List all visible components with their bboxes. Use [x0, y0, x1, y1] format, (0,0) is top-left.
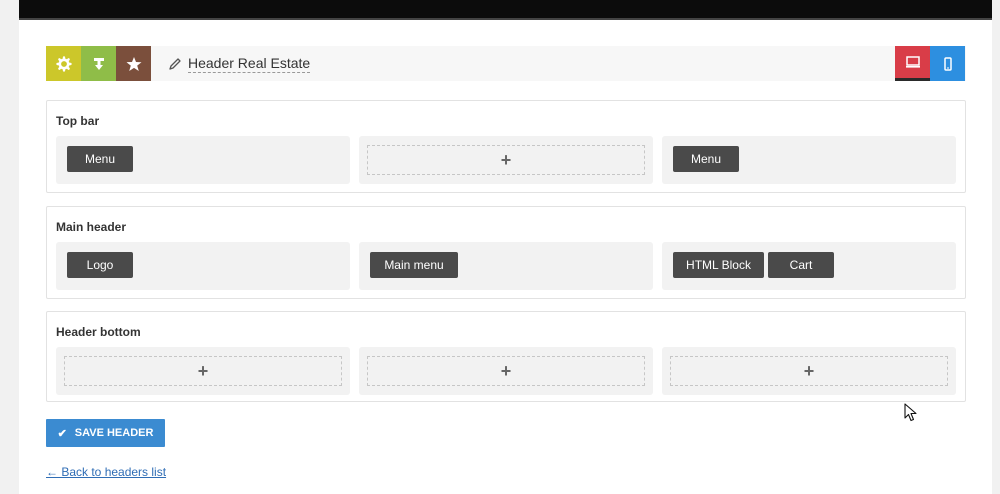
section-top-bar: Top bar Menu + Menu	[46, 100, 966, 193]
save-header-label: SAVE HEADER	[74, 427, 154, 439]
preset-button[interactable]	[116, 46, 151, 81]
add-element-button[interactable]: +	[670, 356, 948, 386]
import-button[interactable]	[81, 46, 116, 81]
section-label: Main header	[56, 220, 127, 234]
header-toolbar: Header Real Estate	[46, 46, 966, 81]
header-title[interactable]: Header Real Estate	[188, 55, 311, 73]
section-main-header: Main header Logo Main menu HTML Block Ca…	[46, 206, 966, 299]
element-main-menu[interactable]: Main menu	[370, 252, 458, 278]
element-menu[interactable]: Menu	[67, 146, 133, 172]
column-left: Menu	[56, 136, 350, 184]
element-menu[interactable]: Menu	[673, 146, 739, 172]
pencil-icon	[168, 57, 182, 71]
add-element-button[interactable]: +	[367, 356, 645, 386]
desktop-view-button[interactable]	[895, 46, 930, 81]
mouse-cursor-icon	[904, 403, 917, 422]
back-to-headers-link[interactable]: ← Back to headers list	[46, 465, 166, 479]
import-icon	[93, 57, 104, 70]
column-right: HTML Block Cart	[662, 242, 956, 290]
save-header-button[interactable]: ✔ SAVE HEADER	[46, 419, 165, 447]
header-title-wrap: Header Real Estate	[168, 46, 311, 81]
column-right: Menu	[662, 136, 956, 184]
section-header-bottom: Header bottom + + +	[46, 311, 966, 402]
settings-button[interactable]	[46, 46, 81, 81]
desktop-icon	[905, 56, 920, 68]
element-logo[interactable]: Logo	[67, 252, 133, 278]
gear-icon	[55, 55, 72, 72]
column-left: Logo	[56, 242, 350, 290]
star-icon	[126, 56, 141, 71]
mobile-icon	[943, 56, 952, 71]
mobile-view-button[interactable]	[930, 46, 965, 81]
section-label: Top bar	[56, 114, 100, 128]
add-element-button[interactable]: +	[64, 356, 342, 386]
column-left: +	[56, 347, 350, 395]
column-right: +	[662, 347, 956, 395]
column-center: Main menu	[359, 242, 653, 290]
section-label: Header bottom	[56, 325, 141, 339]
column-center: +	[359, 347, 653, 395]
element-cart[interactable]: Cart	[768, 252, 834, 278]
check-icon: ✔	[57, 427, 67, 440]
add-element-button[interactable]: +	[367, 145, 645, 175]
column-center: +	[359, 136, 653, 184]
element-html-block[interactable]: HTML Block	[673, 252, 764, 278]
browser-top-bar	[19, 0, 992, 20]
